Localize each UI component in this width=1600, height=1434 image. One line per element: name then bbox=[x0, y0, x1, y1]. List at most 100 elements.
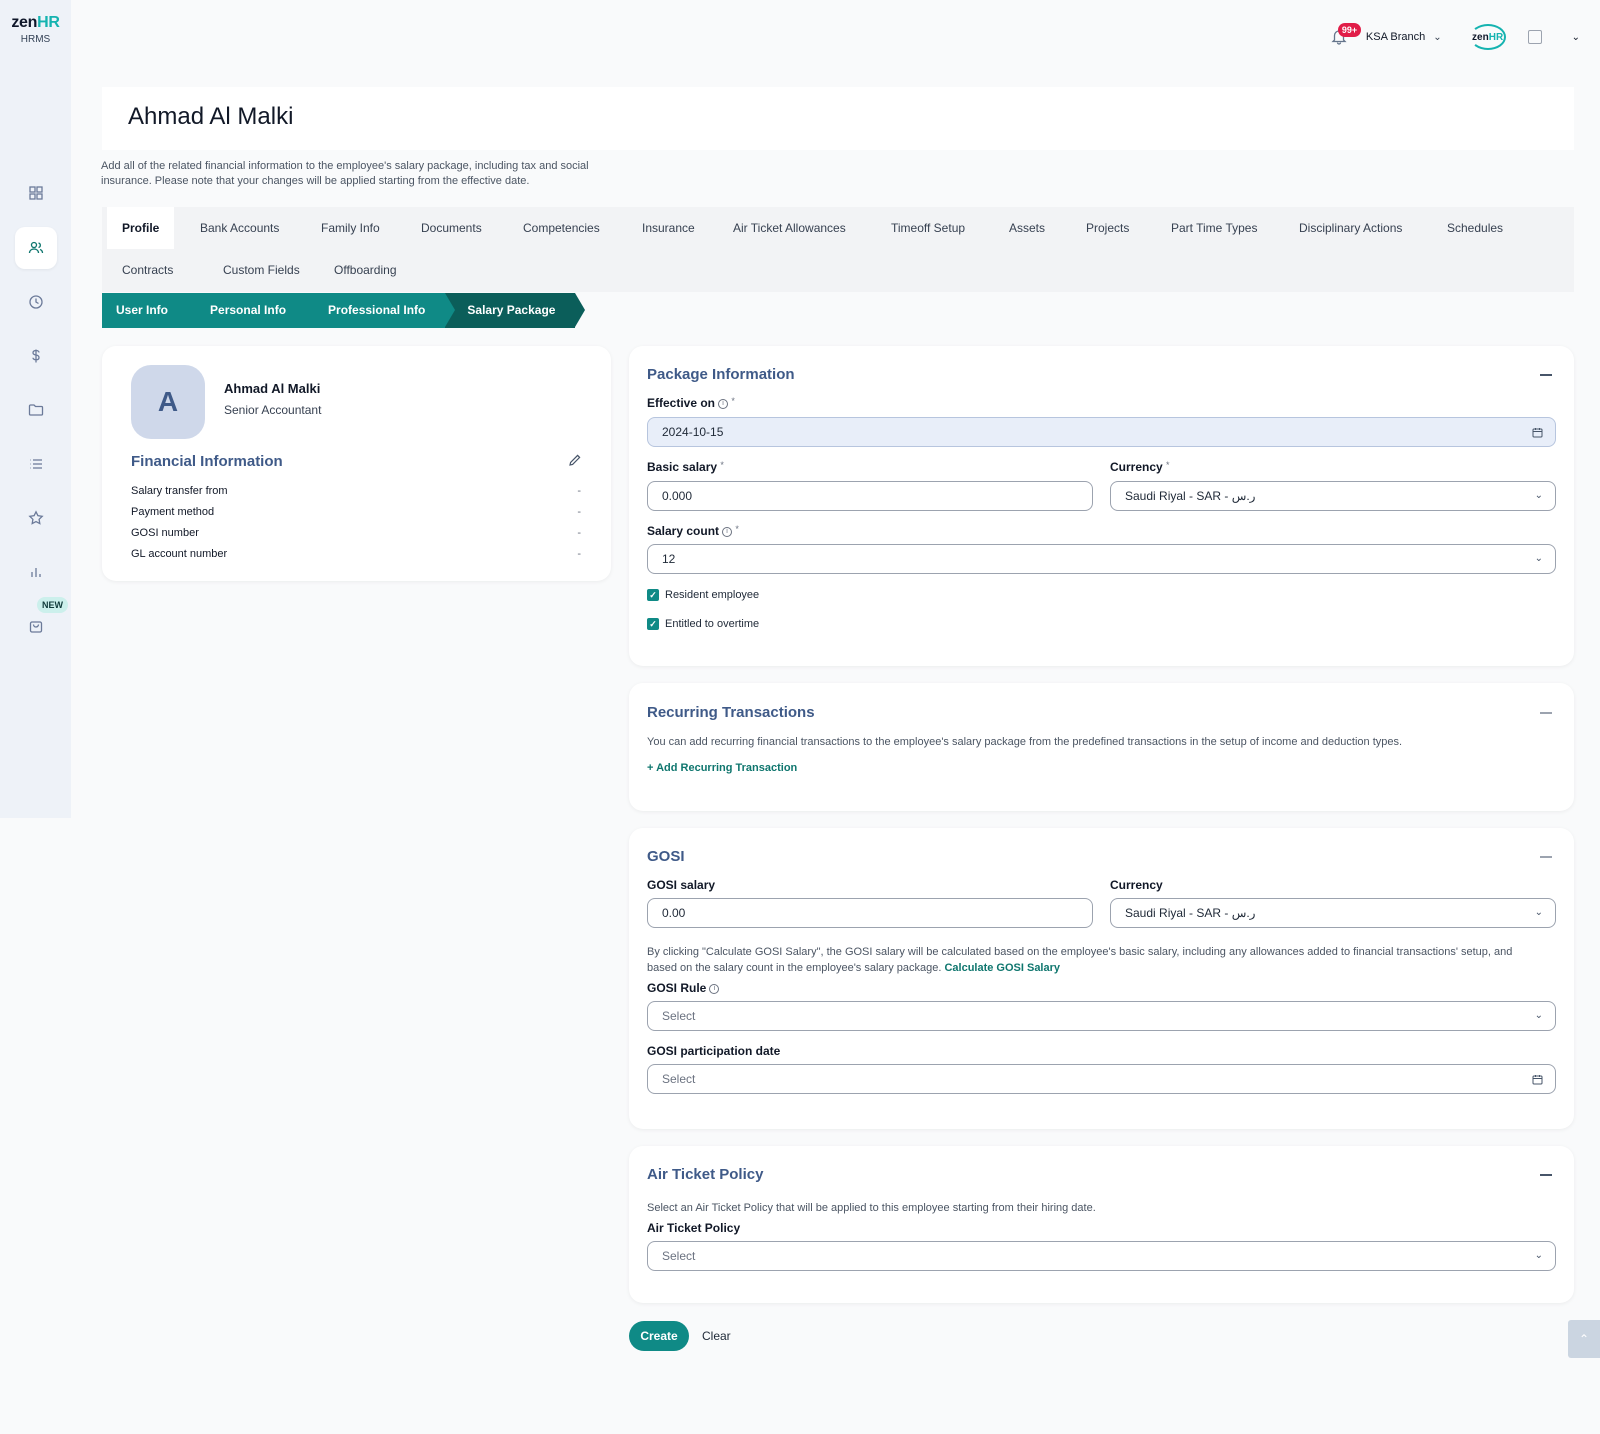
gosi-currency-label: Currency bbox=[1110, 878, 1163, 892]
resident-employee-checkbox[interactable]: ✓ Resident employee bbox=[647, 589, 759, 601]
collapse-icon[interactable] bbox=[1540, 856, 1552, 858]
calculate-gosi-link[interactable]: Calculate GOSI Salary bbox=[944, 962, 1060, 974]
chart-icon[interactable] bbox=[15, 551, 57, 593]
sidebar: zenHR HRMS NEW bbox=[0, 0, 71, 818]
effective-date-input[interactable]: 2024-10-15 bbox=[647, 417, 1556, 447]
field-value: 12 bbox=[662, 552, 676, 566]
chevron-down-icon[interactable]: ⌄ bbox=[1572, 32, 1580, 43]
info-icon[interactable]: i bbox=[722, 526, 733, 537]
checkbox-label: Entitled to overtime bbox=[665, 618, 760, 630]
recurring-transactions-card: Recurring Transactions You can add recur… bbox=[629, 683, 1574, 811]
fin-row-label: GOSI number bbox=[131, 527, 199, 539]
gosi-salary-label: GOSI salary bbox=[647, 878, 716, 892]
air-ticket-policy-select[interactable]: Select ⌄ bbox=[647, 1241, 1556, 1271]
label-text: Currency bbox=[1110, 460, 1163, 474]
logo-hr-text: HR bbox=[37, 14, 60, 31]
info-icon[interactable]: i bbox=[709, 983, 720, 994]
shopping-bag-icon[interactable] bbox=[15, 605, 57, 647]
tab-assets[interactable]: Assets bbox=[994, 207, 1060, 249]
fin-row-salary-transfer: Salary transfer from - bbox=[131, 485, 581, 497]
chevron-down-icon: ⌄ bbox=[1534, 907, 1543, 918]
field-placeholder: Select bbox=[662, 1072, 696, 1086]
brand-hr-text: HR bbox=[1488, 31, 1504, 43]
step-professional-info[interactable]: Professional Info bbox=[306, 293, 456, 328]
gosi-rule-label: GOSI Rule i bbox=[647, 981, 720, 995]
branch-selector[interactable]: KSA Branch ⌄ bbox=[1366, 31, 1442, 43]
info-icon[interactable]: i bbox=[718, 398, 729, 409]
list-icon[interactable] bbox=[15, 443, 57, 485]
gosi-rule-select[interactable]: Select ⌄ bbox=[647, 1001, 1556, 1031]
employee-summary-card: A Ahmad Al Malki Senior Accountant Finan… bbox=[102, 346, 611, 581]
label-text: GOSI Rule bbox=[647, 981, 707, 995]
gosi-currency-select[interactable]: Saudi Riyal - SAR - ر.س ⌄ bbox=[1110, 898, 1556, 928]
overtime-checkbox[interactable]: ✓ Entitled to overtime bbox=[647, 618, 759, 630]
dashboard-icon[interactable] bbox=[15, 172, 57, 214]
collapse-icon[interactable] bbox=[1540, 712, 1552, 714]
tab-family-info[interactable]: Family Info bbox=[306, 207, 395, 249]
step-personal-info[interactable]: Personal Info bbox=[188, 293, 317, 328]
tab-air-ticket-allowances[interactable]: Air Ticket Allowances bbox=[718, 207, 861, 249]
fin-row-value: - bbox=[577, 527, 581, 539]
employee-name: Ahmad Al Malki bbox=[224, 381, 321, 396]
collapse-icon[interactable] bbox=[1540, 374, 1552, 376]
gosi-card: GOSI GOSI salary 0.00 Currency Saudi Riy… bbox=[629, 828, 1574, 1129]
currency-select[interactable]: Saudi Riyal - SAR - ر.س ⌄ bbox=[1110, 481, 1556, 511]
tab-insurance[interactable]: Insurance bbox=[627, 207, 710, 249]
fin-row-value: - bbox=[577, 506, 581, 518]
tab-profile[interactable]: Profile bbox=[107, 207, 175, 249]
tab-contracts[interactable]: Contracts bbox=[107, 249, 188, 291]
user-avatar[interactable] bbox=[1527, 30, 1542, 44]
dollar-icon[interactable] bbox=[15, 335, 57, 377]
fin-row-value: - bbox=[577, 485, 581, 497]
tab-custom-fields[interactable]: Custom Fields bbox=[208, 249, 315, 291]
label-text: Salary count bbox=[647, 524, 720, 538]
tab-offboarding[interactable]: Offboarding bbox=[319, 249, 412, 291]
financial-info-title: Financial Information bbox=[131, 453, 283, 470]
logo-text: zen bbox=[11, 14, 38, 31]
fin-row-label: Payment method bbox=[131, 506, 215, 518]
calendar-icon[interactable] bbox=[1532, 418, 1543, 450]
label-text: Effective on bbox=[647, 396, 716, 410]
scroll-to-top-button[interactable]: ⌃ bbox=[1568, 1320, 1600, 1358]
gosi-participation-date-label: GOSI participation date bbox=[647, 1044, 781, 1058]
step-user-info[interactable]: User Info bbox=[102, 293, 199, 328]
effective-on-label: Effective on i * bbox=[647, 396, 735, 410]
logo[interactable]: zenHR HRMS bbox=[0, 14, 71, 45]
tab-timeoff-setup[interactable]: Timeoff Setup bbox=[876, 207, 980, 249]
calendar-icon[interactable] bbox=[1532, 1065, 1543, 1097]
notification-bell-icon[interactable]: 99+ bbox=[1330, 23, 1362, 47]
page-title: Ahmad Al Malki bbox=[128, 103, 294, 130]
field-value: Saudi Riyal - SAR - ر.س bbox=[1125, 906, 1256, 920]
folder-icon[interactable] bbox=[15, 389, 57, 431]
tab-disciplinary-actions[interactable]: Disciplinary Actions bbox=[1284, 207, 1417, 249]
salary-count-select[interactable]: 12 ⌄ bbox=[647, 544, 1556, 574]
tab-bank-accounts[interactable]: Bank Accounts bbox=[185, 207, 294, 249]
gosi-participation-date-input[interactable]: Select bbox=[647, 1064, 1556, 1094]
tab-documents[interactable]: Documents bbox=[406, 207, 497, 249]
gosi-salary-input[interactable]: 0.00 bbox=[647, 898, 1093, 928]
clock-icon[interactable] bbox=[15, 281, 57, 323]
tab-schedules[interactable]: Schedules bbox=[1432, 207, 1518, 249]
salary-count-label: Salary count i * bbox=[647, 524, 739, 538]
branch-label: KSA Branch bbox=[1365, 31, 1426, 43]
create-button[interactable]: Create bbox=[629, 1321, 689, 1351]
pencil-icon[interactable] bbox=[568, 453, 582, 467]
air-ticket-description: Select an Air Ticket Policy that will be… bbox=[647, 1202, 1096, 1214]
step-salary-package[interactable]: Salary Package bbox=[445, 293, 586, 328]
clear-button[interactable]: Clear bbox=[702, 1321, 731, 1351]
package-information-title: Package Information bbox=[647, 366, 795, 383]
basic-salary-input[interactable]: 0.000 bbox=[647, 481, 1093, 511]
field-placeholder: Select bbox=[662, 1249, 696, 1263]
tab-part-time-types[interactable]: Part Time Types bbox=[1156, 207, 1272, 249]
people-icon[interactable] bbox=[15, 227, 57, 269]
tab-projects[interactable]: Projects bbox=[1071, 207, 1144, 249]
collapse-icon[interactable] bbox=[1540, 1174, 1552, 1176]
tab-competencies[interactable]: Competencies bbox=[508, 207, 615, 249]
check-icon: ✓ bbox=[647, 618, 659, 630]
add-recurring-transaction-link[interactable]: + Add Recurring Transaction bbox=[647, 760, 797, 776]
notification-count-badge: 99+ bbox=[1337, 23, 1362, 37]
gosi-description-text: By clicking "Calculate GOSI Salary", the… bbox=[647, 946, 1513, 974]
chevron-down-icon: ⌄ bbox=[1534, 1250, 1543, 1261]
star-icon[interactable] bbox=[15, 497, 57, 539]
field-value: 0.000 bbox=[662, 489, 693, 503]
